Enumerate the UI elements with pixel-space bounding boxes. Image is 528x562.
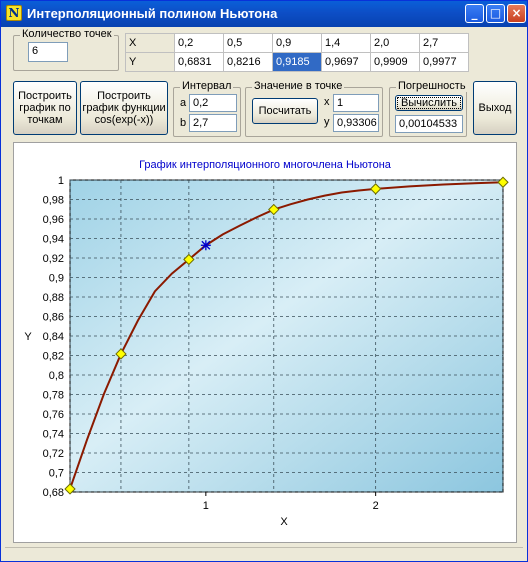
y-tick-label: 0,74 bbox=[43, 429, 64, 441]
y-tick-label: 0,82 bbox=[43, 351, 64, 363]
y-tick-label: 0,8 bbox=[49, 370, 64, 382]
y-header: Y bbox=[125, 52, 175, 72]
data-table: X 0,2 0,5 0,9 1,4 2,0 2,7 Y 0,6831 0,821… bbox=[125, 33, 469, 72]
error-output: 0,00104533 bbox=[395, 115, 463, 133]
title-bar[interactable]: N Интерполяционный полином Ньютона _ □ × bbox=[1, 1, 527, 27]
x-tick-label: 1 bbox=[203, 500, 209, 512]
y-tick-label: 0,94 bbox=[43, 234, 64, 246]
error-label: Погрешность bbox=[396, 80, 468, 92]
point-y-input[interactable]: 0,93306 bbox=[333, 114, 379, 132]
point-x-input[interactable]: 1 bbox=[333, 94, 379, 112]
y-tick-label: 0,98 bbox=[43, 195, 64, 207]
y-tick-label: 0,84 bbox=[43, 331, 64, 343]
point-value-label: Значение в точке bbox=[252, 80, 345, 92]
y-row: Y 0,6831 0,8216 0,9185 0,9697 0,9909 0,9… bbox=[125, 52, 469, 72]
y-cell[interactable]: 0,8216 bbox=[223, 52, 273, 72]
y-tick-label: 0,96 bbox=[43, 214, 64, 226]
y-axis-label: Y bbox=[24, 331, 32, 343]
error-group: Погрешность Вычислить 0,00104533 bbox=[389, 80, 468, 137]
plot-function-button[interactable]: Построить график функции cos(exp(-x)) bbox=[80, 81, 168, 135]
y-tick-label: 0,78 bbox=[43, 390, 64, 402]
y-tick-label: 0,92 bbox=[43, 253, 64, 265]
exit-button[interactable]: Выход bbox=[473, 81, 517, 135]
interval-a-input[interactable]: 0,2 bbox=[189, 94, 237, 112]
x-header: X bbox=[125, 33, 175, 53]
x-axis-label: X bbox=[280, 516, 288, 528]
y-cell-selected[interactable]: 0,9185 bbox=[272, 52, 322, 72]
y-label: y bbox=[324, 116, 330, 128]
y-tick-label: 0,7 bbox=[49, 468, 64, 480]
b-label: b bbox=[180, 117, 187, 129]
y-tick-label: 0,76 bbox=[43, 409, 64, 421]
x-cell[interactable]: 0,5 bbox=[223, 33, 273, 53]
x-label: x bbox=[324, 96, 330, 108]
y-tick-label: 0,72 bbox=[43, 448, 64, 460]
x-cell[interactable]: 2,7 bbox=[419, 33, 469, 53]
status-bar bbox=[5, 547, 523, 559]
window-title: Интерполяционный полином Ньютона bbox=[27, 6, 278, 21]
points-count-input[interactable]: 6 bbox=[28, 42, 68, 62]
close-button[interactable]: × bbox=[507, 4, 526, 23]
y-tick-label: 0,86 bbox=[43, 312, 64, 324]
y-cell[interactable]: 0,9977 bbox=[419, 52, 469, 72]
x-cell[interactable]: 1,4 bbox=[321, 33, 371, 53]
maximize-button[interactable]: □ bbox=[486, 4, 505, 23]
minimize-button[interactable]: _ bbox=[465, 4, 484, 23]
app-icon: N bbox=[6, 5, 22, 21]
x-cell[interactable]: 2,0 bbox=[370, 33, 420, 53]
newton-chart: График интерполяционного многочлена Ньют… bbox=[24, 159, 509, 528]
points-count-label: Количество точек bbox=[20, 28, 114, 40]
compute-error-button[interactable]: Вычислить bbox=[395, 95, 463, 111]
main-window: N Интерполяционный полином Ньютона _ □ ×… bbox=[0, 0, 528, 562]
y-tick-label: 0,9 bbox=[49, 273, 64, 285]
x-cell[interactable]: 0,9 bbox=[272, 33, 322, 53]
x-cell[interactable]: 0,2 bbox=[174, 33, 224, 53]
chart-panel: График интерполяционного многочлена Ньют… bbox=[13, 142, 517, 543]
a-label: a bbox=[180, 97, 187, 109]
interval-label: Интервал bbox=[180, 80, 234, 92]
y-cell[interactable]: 0,6831 bbox=[174, 52, 224, 72]
chart-title: График интерполяционного многочлена Ньют… bbox=[139, 159, 392, 171]
calculate-button[interactable]: Посчитать bbox=[252, 98, 318, 124]
y-tick-label: 0,88 bbox=[43, 292, 64, 304]
x-row: X 0,2 0,5 0,9 1,4 2,0 2,7 bbox=[125, 33, 469, 53]
evaluated-point bbox=[200, 240, 211, 251]
plot-points-button[interactable]: Построить график по точкам bbox=[13, 81, 77, 135]
x-tick-label: 2 bbox=[373, 500, 379, 512]
y-cell[interactable]: 0,9909 bbox=[370, 52, 420, 72]
point-value-group: Значение в точке Посчитать x 1 y 0,93306 bbox=[245, 80, 383, 137]
y-cell[interactable]: 0,9697 bbox=[321, 52, 371, 72]
points-count-group: Количество точек 6 bbox=[13, 28, 119, 71]
y-tick-label: 0,68 bbox=[43, 487, 64, 499]
y-tick-label: 1 bbox=[58, 175, 64, 187]
interval-b-input[interactable]: 2,7 bbox=[189, 114, 237, 132]
interval-group: Интервал a 0,2 b 2,7 bbox=[173, 80, 241, 137]
